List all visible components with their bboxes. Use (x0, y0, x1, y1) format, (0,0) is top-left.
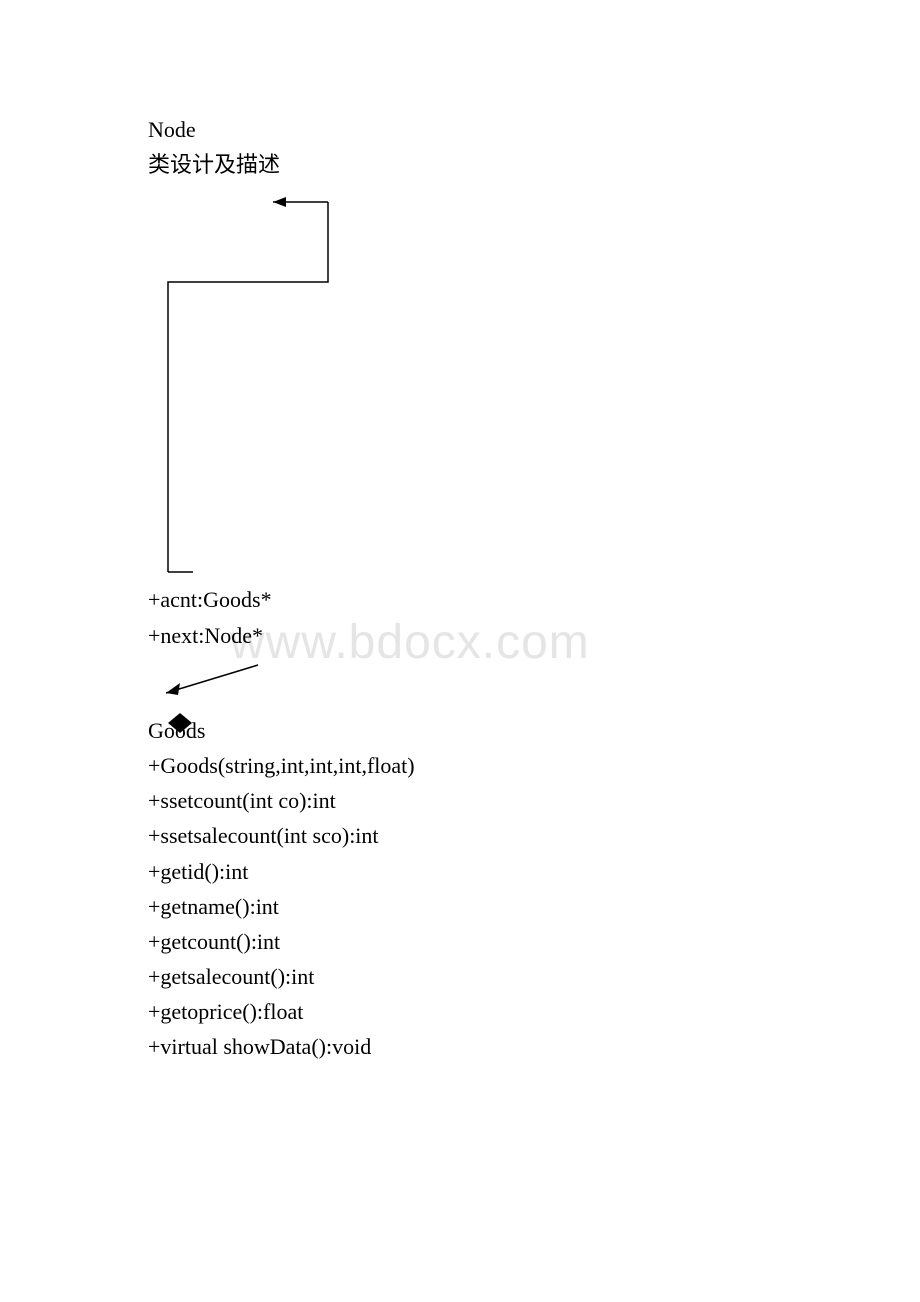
document-content: Node 类设计及描述 +acnt:Goods* +next:Node* Goo… (0, 0, 920, 1065)
goods-method: +Goods(string,int,int,int,float) (148, 748, 920, 783)
goods-method: +ssetcount(int co):int (148, 783, 920, 818)
goods-method: +getoprice():float (148, 994, 920, 1029)
node-title: Node (148, 112, 920, 147)
diagram-connector-2 (158, 653, 920, 713)
goods-method: +getname():int (148, 889, 920, 924)
node-attr-next: +next:Node* (148, 618, 920, 653)
goods-method: +getid():int (148, 854, 920, 889)
goods-method: +getsalecount():int (148, 959, 920, 994)
diagram-connector-1 (158, 182, 920, 582)
subtitle: 类设计及描述 (148, 147, 920, 182)
goods-method: +getcount():int (148, 924, 920, 959)
goods-method: +virtual showData():void (148, 1029, 920, 1064)
goods-method: +ssetsalecount(int sco):int (148, 818, 920, 853)
node-attr-acnt: +acnt:Goods* (148, 582, 920, 617)
